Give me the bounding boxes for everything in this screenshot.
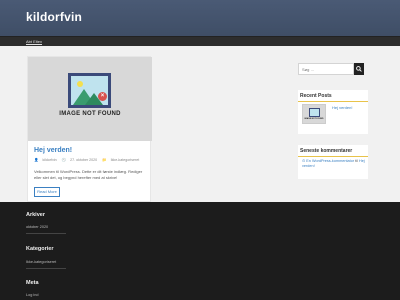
author-icon: 👤 (34, 158, 39, 162)
recent-post-link[interactable]: Hej verden! (332, 105, 352, 110)
widget-title: Seneste kommentarer (298, 145, 368, 157)
main-navigation: Abt Eltex (0, 36, 400, 46)
thumbnail-caption: IMAGE NOT FOUND (304, 118, 324, 120)
footer-archives-title: Arkiver (26, 212, 45, 218)
site-header: kildorfvin (0, 0, 400, 36)
post-card: × IMAGE NOT FOUND Hej verden! 👤 kildorfvi… (27, 56, 152, 202)
post-author[interactable]: kildorfvin (42, 158, 56, 162)
comment-author-link[interactable]: En WordPress-kommentator (306, 159, 354, 163)
comment-item: ⊙ En WordPress-kommentator til Hej verde… (302, 159, 366, 169)
widget-title: Recent Posts (298, 90, 368, 102)
post-date[interactable]: 27. oktober 2020 (70, 158, 97, 162)
search-icon (356, 66, 362, 72)
calendar-icon: 🕓 (61, 158, 67, 162)
thumbnail-caption: IMAGE NOT FOUND (59, 111, 121, 117)
folder-icon: 📁 (102, 158, 107, 162)
post-meta: 👤 kildorfvin 🕓 27. oktober 2020 📁 Ikke-kate… (34, 158, 152, 162)
post-excerpt: Velkommen til WordPress. Dette er dit fø… (34, 169, 143, 180)
post-category[interactable]: Ikke-kategoriseret (111, 158, 140, 162)
recent-posts-widget: Recent Posts IMAGE NOT FOUND Hej verden! (298, 90, 368, 134)
recent-post-thumbnail[interactable]: IMAGE NOT FOUND (302, 104, 326, 124)
archive-link[interactable]: oktober 2020 (26, 225, 48, 229)
search-button[interactable] (354, 63, 364, 75)
read-more-button[interactable]: Read More (34, 187, 60, 197)
search-widget (298, 62, 366, 76)
search-input[interactable] (298, 63, 354, 75)
image-placeholder-icon: × (68, 73, 111, 108)
site-title[interactable]: kildorfvin (26, 10, 82, 24)
footer-categories-title: Kategorier (26, 246, 54, 252)
divider (26, 233, 66, 234)
login-link[interactable]: Log ind (26, 293, 38, 297)
comment-connector: til (355, 159, 358, 163)
post-thumbnail[interactable]: × IMAGE NOT FOUND (28, 57, 152, 141)
post-title[interactable]: Hej verden! (34, 147, 72, 154)
image-placeholder-icon (309, 108, 320, 117)
nav-item[interactable]: Abt Eltex (26, 39, 42, 44)
error-icon: × (98, 92, 107, 101)
content-area: × IMAGE NOT FOUND Hej verden! 👤 kildorfvi… (0, 46, 400, 202)
recent-comments-widget: Seneste kommentarer ⊙ En WordPress-komme… (298, 145, 368, 179)
site-footer: Arkiver oktober 2020 Kategorier Ikke-kat… (0, 202, 400, 300)
category-link[interactable]: Ikke-kategoriseret (26, 260, 56, 264)
divider (26, 268, 66, 269)
footer-meta-title: Meta (26, 280, 39, 286)
